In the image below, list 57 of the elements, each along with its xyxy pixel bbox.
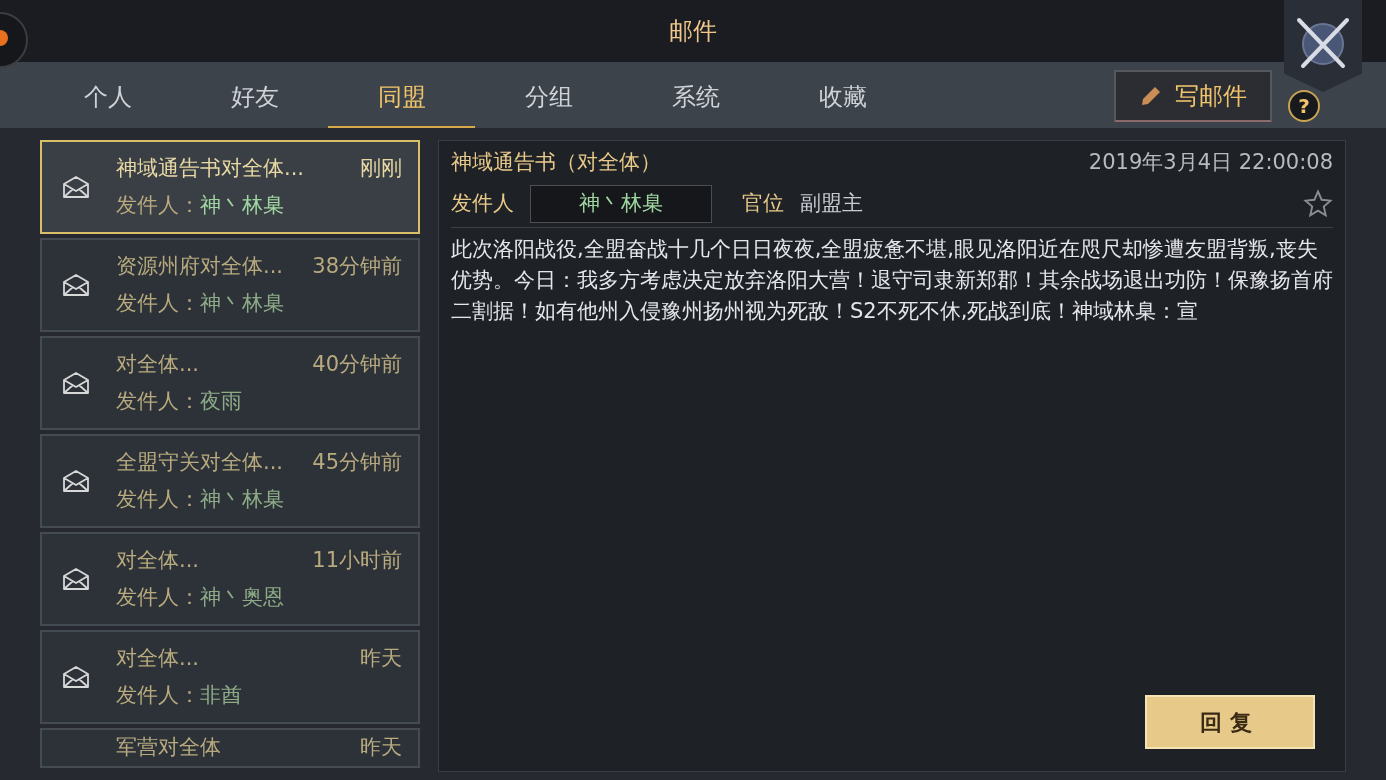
sender-label: 发件人：	[116, 388, 200, 415]
tab[interactable]: 系统	[622, 68, 769, 128]
sender-name: 非酋	[200, 682, 242, 709]
sender-label: 发件人：	[116, 682, 200, 709]
message-date: 2019年3月4日 22:00:08	[1088, 149, 1333, 176]
compose-button[interactable]: 写邮件	[1114, 70, 1272, 122]
envelope-icon	[62, 469, 90, 493]
mail-item[interactable]: 对全体... 40分钟前 发件人：夜雨	[40, 336, 420, 430]
mail-subject: 全盟守关对全体...	[116, 448, 284, 476]
sender-label: 发件人	[451, 189, 514, 217]
reply-button[interactable]: 回复	[1145, 695, 1315, 749]
mail-item[interactable]: 神域通告书对全体... 刚刚 发件人：神丶林臬	[40, 140, 420, 234]
mail-subject: 对全体...	[116, 546, 200, 574]
sender-name: 神丶林臬	[530, 184, 712, 223]
envelope-icon	[62, 665, 90, 689]
mail-subject: 资源州府对全体...	[116, 252, 284, 280]
mail-subject: 军营对全体	[116, 734, 221, 762]
sender-label: 发件人：	[116, 584, 200, 611]
sender-name: 神丶林臬	[200, 192, 284, 219]
envelope-icon	[62, 175, 90, 199]
star-icon[interactable]	[1303, 188, 1333, 219]
tab[interactable]: 分组	[475, 68, 622, 128]
mail-time: 45分钟前	[312, 448, 402, 476]
mail-time: 刚刚	[360, 154, 402, 182]
sender-label: 发件人：	[116, 192, 200, 219]
sender-name: 神丶林臬	[200, 486, 284, 513]
mail-time: 38分钟前	[312, 252, 402, 280]
help-button[interactable]: ?	[1288, 90, 1320, 122]
pencil-icon	[1139, 84, 1163, 108]
envelope-icon	[62, 371, 90, 395]
mail-item[interactable]: 对全体... 11小时前 发件人：神丶奥恩	[40, 532, 420, 626]
mail-subject: 神域通告书对全体...	[116, 154, 305, 182]
sender-label: 发件人：	[116, 290, 200, 317]
mail-time: 昨天	[360, 734, 402, 762]
mail-item[interactable]: 军营对全体 昨天	[40, 728, 420, 768]
mail-time: 11小时前	[312, 546, 402, 574]
mail-subject: 对全体...	[116, 644, 200, 672]
window-title: 邮件	[669, 16, 717, 47]
message-title: 神域通告书（对全体）	[451, 149, 661, 176]
message-body: 此次洛阳战役,全盟奋战十几个日日夜夜,全盟疲惫不堪,眼见洛阳近在咫尺却惨遭友盟背叛,丧失优势。今日：我多方考虑决定放弃洛阳大营！退守司隶新郑郡！其余战场退出功防！保豫扬首府二割据！如有他州入侵豫州扬州视为死敌！S2不死不休,死战到底！神域林臬：宣	[451, 235, 1333, 325]
mail-time: 昨天	[360, 644, 402, 672]
sender-name: 夜雨	[200, 388, 242, 415]
sender-name: 神丶林臬	[200, 290, 284, 317]
sender-label: 发件人：	[116, 486, 200, 513]
tab[interactable]: 个人	[34, 68, 181, 128]
envelope-icon	[62, 273, 90, 297]
sender-name: 神丶奥恩	[200, 584, 284, 611]
rank-value: 副盟主	[800, 189, 863, 217]
mail-item[interactable]: 资源州府对全体... 38分钟前 发件人：神丶林臬	[40, 238, 420, 332]
mail-time: 40分钟前	[312, 350, 402, 378]
mail-item[interactable]: 全盟守关对全体... 45分钟前 发件人：神丶林臬	[40, 434, 420, 528]
mail-item[interactable]: 对全体... 昨天 发件人：非酋	[40, 630, 420, 724]
envelope-icon	[62, 567, 90, 591]
mail-subject: 对全体...	[116, 350, 200, 378]
tab[interactable]: 好友	[181, 68, 328, 128]
tab[interactable]: 收藏	[769, 68, 916, 128]
rank-label: 官位	[742, 189, 784, 217]
